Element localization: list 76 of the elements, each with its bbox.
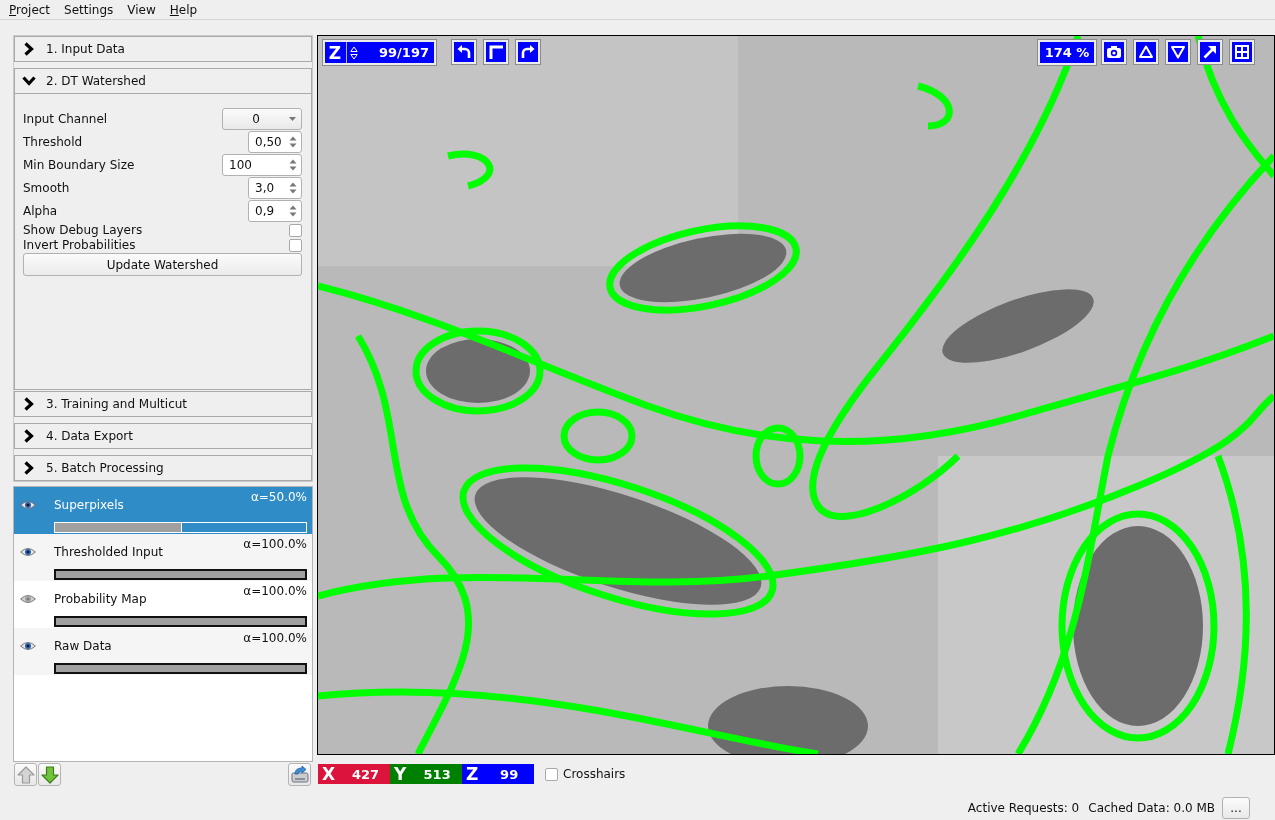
grid-button[interactable]	[1230, 40, 1254, 64]
down-button[interactable]	[1166, 40, 1190, 64]
spinbox[interactable]: 0,50	[248, 131, 302, 153]
camera-icon	[1106, 44, 1122, 60]
spin-arrows-icon[interactable]	[289, 159, 297, 171]
coordinate-spinbox[interactable]: Y 513	[390, 764, 462, 784]
caret-icon	[289, 117, 296, 121]
turn-right-button[interactable]	[516, 40, 540, 64]
layer-name: Superpixels	[54, 498, 124, 514]
layer-name: Thresholded Input	[54, 545, 164, 561]
coordinate-spinbox[interactable]: X 427	[318, 764, 390, 784]
applet-header[interactable]: 2. DT Watershed	[14, 68, 312, 94]
zoom-level-label: 174 %	[1038, 40, 1096, 65]
diagonal-arrow-icon	[1202, 44, 1218, 60]
spin-arrows-icon[interactable]	[350, 45, 358, 60]
maximize-button[interactable]	[1198, 40, 1222, 64]
turn-right-arrow-icon	[520, 44, 536, 60]
layer-row[interactable]: Raw Data α=100.0%	[14, 628, 312, 675]
spin-arrows-icon[interactable]	[289, 136, 297, 148]
turn-left-arrow-icon	[456, 44, 472, 60]
menu-item[interactable]: Project	[2, 0, 58, 19]
down-arrow-icon	[40, 765, 59, 784]
turn-left-button[interactable]	[452, 40, 476, 64]
layer-name: Raw Data	[54, 639, 112, 655]
checkbox[interactable]	[289, 224, 302, 237]
opacity-label: α=100.0%	[243, 537, 307, 553]
eye-icon[interactable]	[20, 641, 36, 651]
up-arrow-icon	[16, 765, 35, 784]
field-label: Alpha	[23, 204, 58, 218]
layer-row[interactable]: Probability Map α=100.0%	[14, 581, 312, 628]
layer-row[interactable]: Thresholded Input α=100.0%	[14, 534, 312, 581]
slice-spinbox[interactable]: Z 99/197	[323, 40, 436, 65]
coordinate-spinbox[interactable]: Z 99	[462, 764, 534, 784]
screenshot-button[interactable]	[1102, 40, 1126, 64]
opacity-slider[interactable]	[54, 616, 307, 627]
spin-arrows-icon[interactable]	[289, 205, 297, 217]
update-button[interactable]: Update Watershed	[23, 253, 302, 276]
up-button[interactable]	[1134, 40, 1158, 64]
checkbox[interactable]	[545, 767, 558, 781]
more-button[interactable]: ...	[1222, 797, 1250, 819]
spinbox[interactable]: 0,9	[248, 200, 302, 222]
opacity-label: α=50.0%	[250, 490, 307, 506]
checkbox-label: Crosshairs	[563, 767, 626, 781]
eye-icon[interactable]	[20, 500, 36, 510]
spinbox[interactable]: 100	[222, 154, 302, 176]
corner-button[interactable]	[484, 40, 508, 64]
tray-arrow-icon	[290, 766, 309, 783]
checkbox-label: Show Debug Layers	[23, 224, 143, 237]
layer-name: Probability Map	[54, 592, 147, 608]
status-text: Cached Data: 0.0 MB	[1088, 801, 1215, 815]
field-label: Input Channel	[23, 112, 108, 126]
field-label: Min Boundary Size	[23, 158, 135, 172]
dropdown[interactable]: 0	[222, 108, 302, 130]
layer-row[interactable]: Superpixels α=50.0%	[14, 487, 312, 534]
corner-icon	[488, 44, 504, 60]
menu-item[interactable]: Help	[162, 0, 205, 19]
applet-header[interactable]: 1. Input Data	[14, 36, 312, 62]
grid-icon	[1234, 44, 1250, 60]
opacity-slider[interactable]	[54, 569, 307, 580]
menu-item[interactable]: View	[120, 0, 163, 19]
menu-item[interactable]: Settings	[57, 0, 121, 19]
opacity-label: α=100.0%	[243, 631, 307, 647]
triangle-down-icon	[1170, 44, 1186, 60]
status-text: Active Requests: 0	[967, 801, 1080, 815]
field-label: Smooth	[23, 181, 70, 195]
triangle-up-icon	[1138, 44, 1154, 60]
opacity-slider[interactable]	[54, 663, 307, 674]
checkbox-label: Invert Probabilities	[23, 239, 136, 252]
eye-icon[interactable]	[20, 547, 36, 557]
field-label: Threshold	[23, 135, 83, 149]
opacity-label: α=100.0%	[243, 584, 307, 600]
spin-arrows-icon[interactable]	[289, 182, 297, 194]
spinbox[interactable]: 3,0	[248, 177, 302, 199]
export-layer-button[interactable]	[288, 763, 311, 786]
move-down-button[interactable]	[38, 763, 61, 786]
checkbox[interactable]	[289, 239, 302, 252]
